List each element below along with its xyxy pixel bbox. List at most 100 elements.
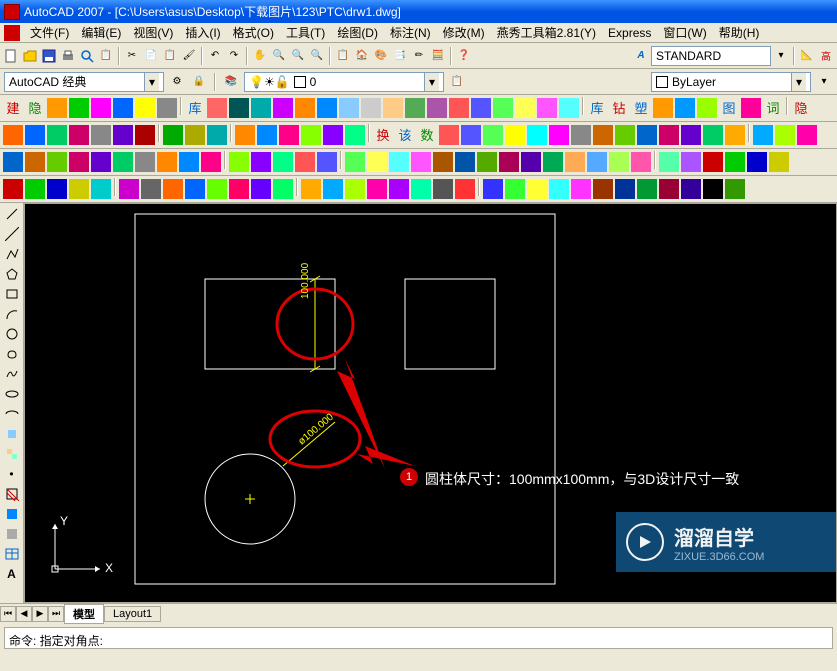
- tb3-23[interactable]: [499, 152, 519, 172]
- tb2-12[interactable]: [257, 125, 277, 145]
- tb4-11[interactable]: [229, 179, 249, 199]
- tb4-7[interactable]: [141, 179, 161, 199]
- layer-states-icon[interactable]: 📋: [448, 73, 466, 91]
- hatch-tool[interactable]: [3, 485, 21, 503]
- print-button[interactable]: [59, 47, 77, 65]
- tb3-11[interactable]: [229, 152, 249, 172]
- tb4-20[interactable]: [433, 179, 453, 199]
- menu-view[interactable]: 视图(V): [127, 22, 179, 43]
- tb2-33[interactable]: [725, 125, 745, 145]
- tb2-26[interactable]: [571, 125, 591, 145]
- menu-tools[interactable]: 工具(T): [280, 22, 331, 43]
- tb2-32[interactable]: [703, 125, 723, 145]
- rectangle-tool[interactable]: [3, 285, 21, 303]
- publish-button[interactable]: 📋: [97, 47, 115, 65]
- arc-tool[interactable]: [3, 305, 21, 323]
- designcenter-button[interactable]: 🏠: [353, 47, 371, 65]
- tb1-3[interactable]: [47, 98, 67, 118]
- tb3-9[interactable]: [179, 152, 199, 172]
- tb3-35[interactable]: [769, 152, 789, 172]
- tb3-3[interactable]: [47, 152, 67, 172]
- layer-manager-icon[interactable]: 📚: [222, 73, 240, 91]
- tb2-16[interactable]: [345, 125, 365, 145]
- tb3-4[interactable]: [69, 152, 89, 172]
- revcloud-tool[interactable]: [3, 345, 21, 363]
- tb1-12[interactable]: [251, 98, 271, 118]
- tb4-12[interactable]: [251, 179, 271, 199]
- help-button[interactable]: ❓: [455, 47, 473, 65]
- extra-icon-2[interactable]: 高: [817, 47, 835, 65]
- tb3-20[interactable]: [433, 152, 453, 172]
- tb1-25[interactable]: [537, 98, 557, 118]
- cn-huan-icon[interactable]: 换: [373, 125, 393, 145]
- cn-tu-icon[interactable]: 图: [719, 98, 739, 118]
- tb4-13[interactable]: [273, 179, 293, 199]
- tb3-16[interactable]: [345, 152, 365, 172]
- menu-dimension[interactable]: 标注(N): [384, 22, 437, 43]
- menu-yanxiu[interactable]: 燕秀工具箱2.81(Y): [491, 22, 602, 43]
- paste-button[interactable]: 📋: [161, 47, 179, 65]
- workspace-settings-icon[interactable]: ⚙: [168, 73, 186, 91]
- tb4-15[interactable]: [323, 179, 343, 199]
- line-tool[interactable]: [3, 205, 21, 223]
- undo-button[interactable]: ↶: [206, 47, 224, 65]
- tb3-27[interactable]: [587, 152, 607, 172]
- tb2-5[interactable]: [91, 125, 111, 145]
- tb1-17[interactable]: [361, 98, 381, 118]
- linetype-extra[interactable]: ▾: [815, 73, 833, 91]
- style-dropdown[interactable]: ▾: [772, 47, 790, 65]
- tab-first[interactable]: ⏮: [0, 606, 16, 622]
- tb4-10[interactable]: [207, 179, 227, 199]
- tb4-8[interactable]: [163, 179, 183, 199]
- tb4-25[interactable]: [549, 179, 569, 199]
- redo-button[interactable]: ↷: [225, 47, 243, 65]
- save-button[interactable]: [40, 47, 58, 65]
- tb1-5[interactable]: [91, 98, 111, 118]
- tb3-8[interactable]: [157, 152, 177, 172]
- tb2-27[interactable]: [593, 125, 613, 145]
- tb4-1[interactable]: [3, 179, 23, 199]
- tb3-19[interactable]: [411, 152, 431, 172]
- tb2-34[interactable]: [753, 125, 773, 145]
- tb3-18[interactable]: [389, 152, 409, 172]
- tb2-23[interactable]: [505, 125, 525, 145]
- tb4-4[interactable]: [69, 179, 89, 199]
- tb2-11[interactable]: [235, 125, 255, 145]
- tb3-5[interactable]: [91, 152, 111, 172]
- menu-file[interactable]: 文件(F): [24, 22, 75, 43]
- tb3-28[interactable]: [609, 152, 629, 172]
- tb2-20[interactable]: [439, 125, 459, 145]
- tb2-15[interactable]: [323, 125, 343, 145]
- tb3-17[interactable]: [367, 152, 387, 172]
- tb3-34[interactable]: [747, 152, 767, 172]
- drawing-canvas[interactable]: 100.000 ø100.000 1 圆柱体尺寸：100mmx100mm，与3D…: [24, 203, 837, 603]
- cn-ci-icon[interactable]: 词: [763, 98, 783, 118]
- gradient-tool[interactable]: [3, 505, 21, 523]
- tb2-8[interactable]: [163, 125, 183, 145]
- tb3-33[interactable]: [725, 152, 745, 172]
- point-tool[interactable]: •: [3, 465, 21, 483]
- cn-ku-icon[interactable]: 库: [185, 98, 205, 118]
- zoom-realtime-button[interactable]: 🔍: [270, 47, 288, 65]
- new-button[interactable]: [2, 47, 20, 65]
- tb4-22[interactable]: [483, 179, 503, 199]
- tb3-6[interactable]: [113, 152, 133, 172]
- pline-tool[interactable]: [3, 245, 21, 263]
- tb2-6[interactable]: [113, 125, 133, 145]
- open-button[interactable]: [21, 47, 39, 65]
- ellipse-tool[interactable]: [3, 385, 21, 403]
- tb3-10[interactable]: [201, 152, 221, 172]
- region-tool[interactable]: [3, 525, 21, 543]
- tb3-29[interactable]: [631, 152, 651, 172]
- tb4-18[interactable]: [389, 179, 409, 199]
- markup-button[interactable]: ✏: [410, 47, 428, 65]
- tb4-27[interactable]: [593, 179, 613, 199]
- tb3-22[interactable]: [477, 152, 497, 172]
- tb3-1[interactable]: [3, 152, 23, 172]
- cn-gai-icon[interactable]: 该: [395, 125, 415, 145]
- tb4-29[interactable]: [637, 179, 657, 199]
- tb2-9[interactable]: [185, 125, 205, 145]
- cut-button[interactable]: ✂: [123, 47, 141, 65]
- tb1-20[interactable]: [427, 98, 447, 118]
- tb4-9[interactable]: [185, 179, 205, 199]
